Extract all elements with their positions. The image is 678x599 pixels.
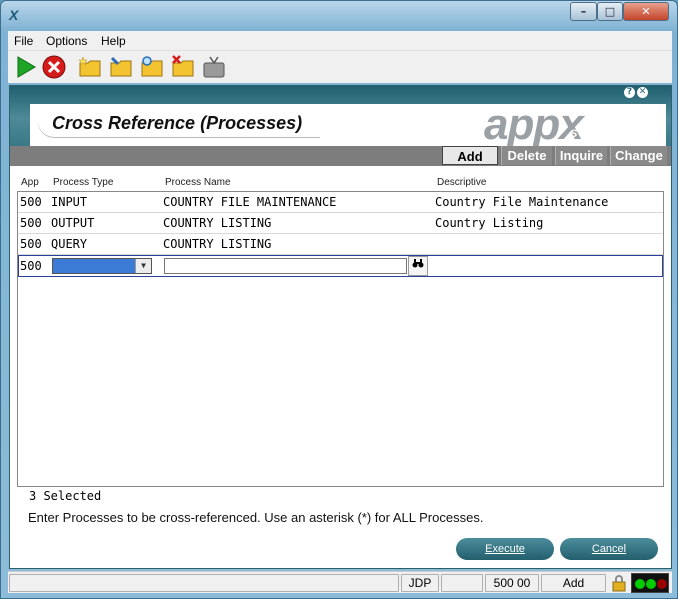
status-user: JDP <box>401 574 439 592</box>
process-name-input[interactable] <box>164 258 407 274</box>
new-entry-row: 500 ▼ <box>18 255 663 277</box>
title-box: Cross Reference (Processes) <box>38 108 320 138</box>
search-folder-icon[interactable] <box>140 55 164 79</box>
play-icon[interactable] <box>14 55 38 79</box>
tv-icon[interactable] <box>202 55 226 79</box>
cell-app: 500 <box>20 259 42 273</box>
close-icon[interactable]: ✕ <box>637 87 648 98</box>
cell-process-type: QUERY <box>51 237 88 251</box>
cancel-button[interactable]: Cancel <box>560 538 658 560</box>
header-banner: Cross Reference (Processes) appx SOFTWAR… <box>10 86 671 166</box>
maximize-button[interactable]: □ <box>597 2 623 21</box>
appx-icon: X <box>9 7 19 23</box>
cell-process-type: OUTPUT <box>51 216 95 230</box>
action-tabs: Add Delete Inquire Change <box>10 146 671 166</box>
col-descriptive: Descriptive <box>437 177 487 188</box>
cell-app: 500 <box>20 195 42 209</box>
instructions-text: Enter Processes to be cross-referenced. … <box>28 510 484 525</box>
status-lights <box>631 573 669 593</box>
menu-bar: File Options Help <box>8 31 672 51</box>
cell-descriptive: Country Listing <box>435 216 544 230</box>
toolbar <box>8 51 672 83</box>
table-row[interactable]: 500 INPUT COUNTRY FILE MAINTENANCE Count… <box>18 192 663 213</box>
cell-app: 500 <box>20 216 42 230</box>
edit-folder-icon[interactable] <box>109 55 133 79</box>
page-title: Cross Reference (Processes) <box>52 113 303 133</box>
execute-button[interactable]: Execute <box>456 538 554 560</box>
process-grid: 500 INPUT COUNTRY FILE MAINTENANCE Count… <box>17 191 664 487</box>
new-folder-icon[interactable] <box>78 55 102 79</box>
tab-delete[interactable]: Delete <box>501 146 552 165</box>
lock-icon <box>612 575 626 592</box>
binoculars-icon[interactable] <box>408 256 428 276</box>
delete-folder-icon[interactable] <box>171 55 195 79</box>
close-button[interactable]: ✕ <box>623 2 669 21</box>
stop-icon[interactable] <box>42 55 66 79</box>
menu-options[interactable]: Options <box>46 34 87 48</box>
title-bar: X – □ ✕ <box>1 1 677 29</box>
status-blank <box>441 574 483 592</box>
status-mode: Add <box>541 574 606 592</box>
cell-process-name: COUNTRY FILE MAINTENANCE <box>163 195 337 209</box>
table-row[interactable]: 500 QUERY COUNTRY LISTING <box>18 234 663 255</box>
appx-logo: appx <box>484 100 584 149</box>
tab-inquire[interactable]: Inquire <box>555 146 607 165</box>
col-app: App <box>21 177 39 188</box>
green-light-icon <box>635 579 645 589</box>
main-panel: Cross Reference (Processes) appx SOFTWAR… <box>9 85 672 569</box>
chevron-down-icon[interactable]: ▼ <box>135 259 151 273</box>
cell-app: 500 <box>20 237 42 251</box>
status-app-version: 500 00 <box>485 574 539 592</box>
tab-add[interactable]: Add <box>442 146 498 165</box>
status-bar: JDP 500 00 Add <box>8 571 672 593</box>
menu-file[interactable]: File <box>14 34 33 48</box>
process-type-select[interactable]: ▼ <box>52 258 152 274</box>
app-window: X – □ ✕ File Options Help Cross Referenc… <box>0 0 678 599</box>
help-icon[interactable]: ? <box>624 87 635 98</box>
col-process-type: Process Type <box>53 177 114 188</box>
cell-process-name: COUNTRY LISTING <box>163 216 272 230</box>
minimize-button[interactable]: – <box>570 2 597 21</box>
cell-process-name: COUNTRY LISTING <box>163 237 272 251</box>
cell-process-type: INPUT <box>51 195 88 209</box>
green-light-icon <box>646 579 656 589</box>
binoculars-glyph <box>412 259 424 268</box>
appx-logo-sub: SOFTWARE <box>570 128 641 140</box>
cell-descriptive: Country File Maintenance <box>435 195 609 209</box>
status-message <box>9 574 399 592</box>
table-row[interactable]: 500 OUTPUT COUNTRY LISTING Country Listi… <box>18 213 663 234</box>
col-process-name: Process Name <box>165 177 231 188</box>
menu-help[interactable]: Help <box>101 34 126 48</box>
red-light-icon <box>657 579 667 589</box>
selected-count: 3 Selected <box>29 489 102 503</box>
tab-change[interactable]: Change <box>610 146 667 165</box>
